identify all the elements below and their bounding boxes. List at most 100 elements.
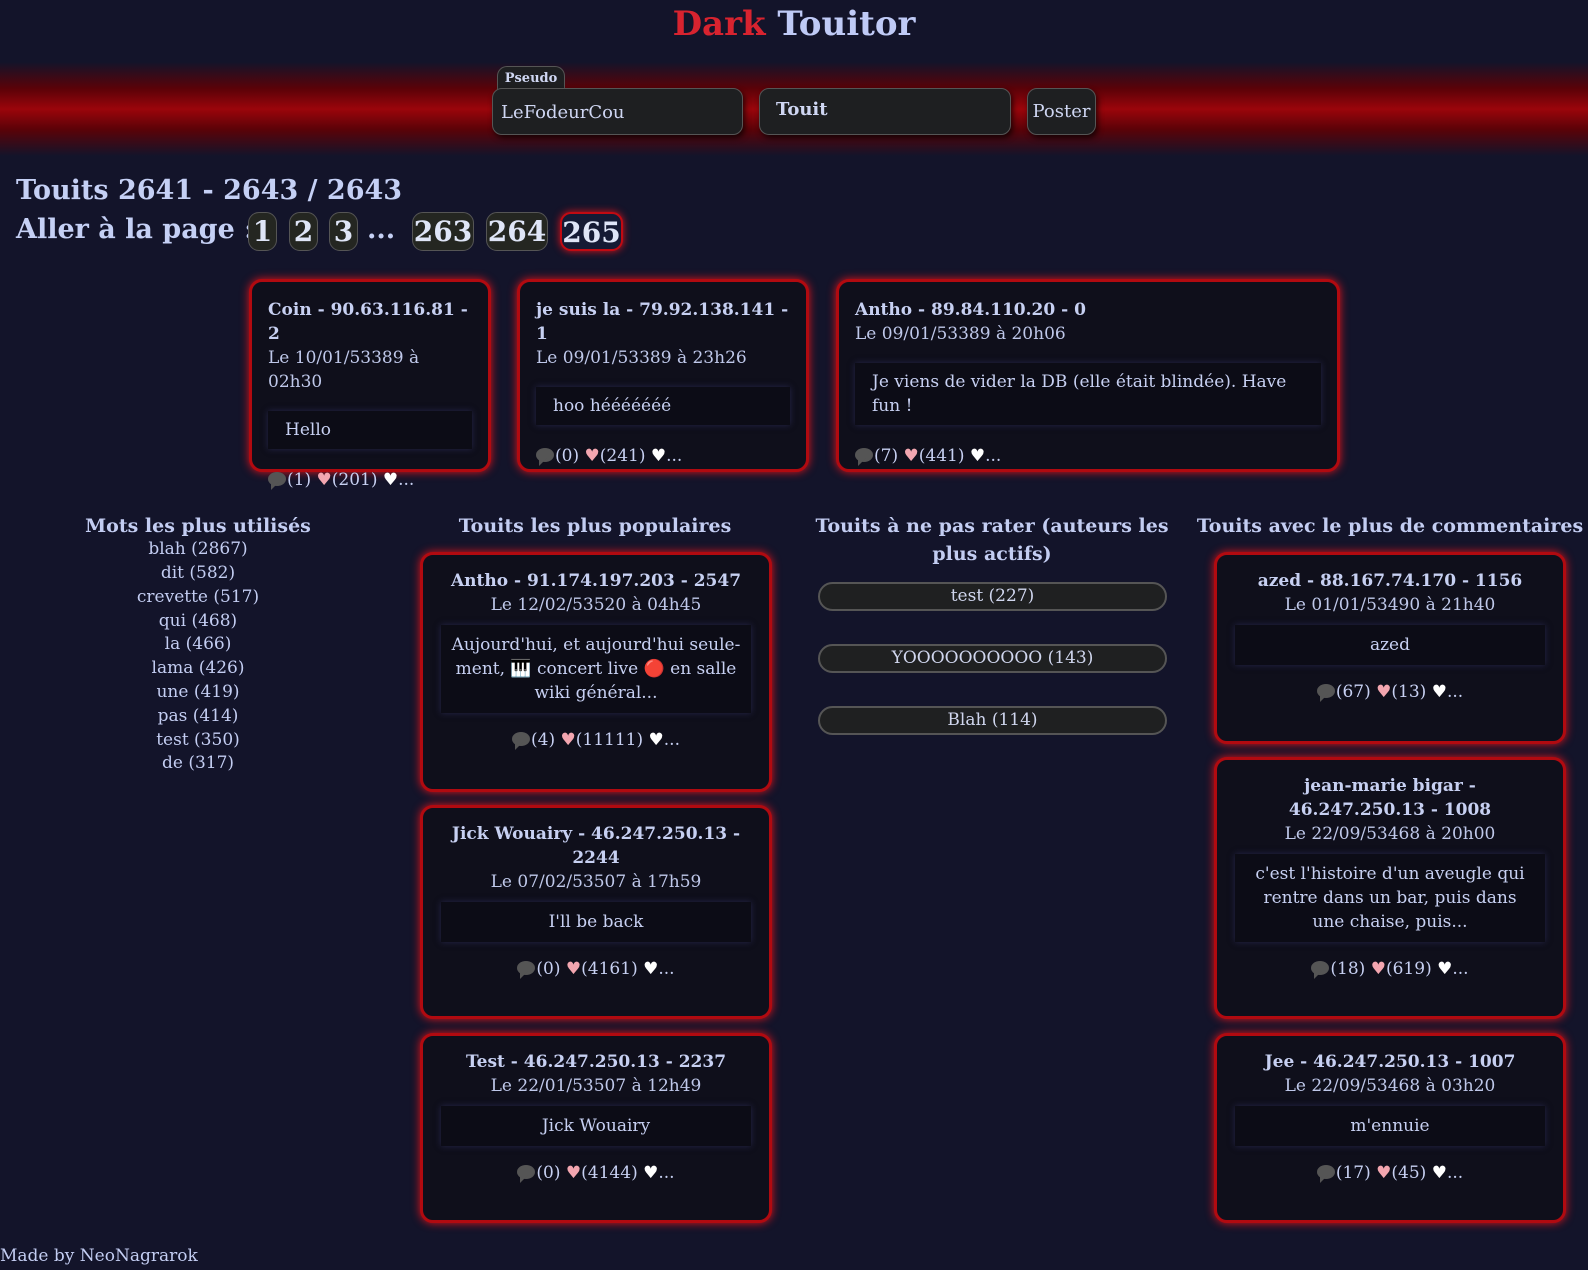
word-item: dit (582) <box>160 563 236 583</box>
author-button[interactable]: Blah (114) <box>818 706 1167 735</box>
like-heart-icon[interactable]: ♥ <box>643 959 658 979</box>
comment-count: (0) <box>536 1163 561 1183</box>
like-heart-icon[interactable]: ♥ <box>970 446 985 466</box>
touit-message: Je viens de vider la DB (elle était blin… <box>855 363 1321 425</box>
touit-date: Le 22/09/53468 à 20h00 <box>1284 824 1496 844</box>
touit-card: Antho - 89.84.110.20 - 0 Le 09/01/53389 … <box>836 279 1340 472</box>
comment-icon[interactable] <box>517 1165 536 1183</box>
heart-icon[interactable]: ♥ <box>566 959 581 979</box>
page-link-264[interactable]: 264 <box>486 212 548 251</box>
comment-icon[interactable] <box>512 732 530 750</box>
page-link-3[interactable]: 3 <box>329 212 358 251</box>
like-heart-icon[interactable]: ♥ <box>643 1163 658 1183</box>
popular-card: Jick Wouairy - 46.247.250.13 - 2244 Le 0… <box>420 805 772 1019</box>
heart-icon[interactable]: ♥ <box>561 730 576 750</box>
like-count: (4144) <box>581 1163 638 1183</box>
word-item: de (317) <box>161 753 235 773</box>
page-link-265-current[interactable]: 265 <box>560 212 623 251</box>
touit-stats: (7) ♥(441) ♥... <box>855 446 1321 466</box>
touit-date: Le 22/01/53507 à 12h49 <box>490 1076 702 1096</box>
page-link-2[interactable]: 2 <box>289 212 318 251</box>
heart-icon[interactable]: ♥ <box>904 446 919 466</box>
commented-card: jean-marie bigar - 46.247.250.13 - 1008 … <box>1214 757 1566 1019</box>
comment-count: (7) <box>874 446 899 466</box>
like-count: (619) <box>1385 959 1432 979</box>
comment-count: (67) <box>1335 682 1371 702</box>
touit-date: Le 09/01/53389 à 20h06 <box>855 324 1066 344</box>
like-heart-icon[interactable]: ♥ <box>1432 1163 1447 1183</box>
touit-message: I'll be back <box>441 902 751 942</box>
comment-count: (18) <box>1330 959 1366 979</box>
touit-stats: (0) ♥(4144) ♥... <box>441 1163 751 1183</box>
touit-header: jean-marie bigar - 46.247.250.13 - 1008 <box>1288 776 1492 820</box>
touit-date: Le 10/01/53389 à 02h30 <box>268 348 420 392</box>
like-count: (45) <box>1391 1163 1427 1183</box>
like-more[interactable]: ... <box>1447 1163 1463 1183</box>
page-link-1[interactable]: 1 <box>248 212 277 251</box>
touit-message: Hello <box>268 411 472 449</box>
touit-stats: (1) ♥(201) ♥... <box>268 470 472 490</box>
comment-icon[interactable] <box>536 448 554 466</box>
touit-message: Aujourd'hui, et aujourd'hui seule-ment, … <box>441 625 751 713</box>
like-more[interactable]: ... <box>985 446 1001 466</box>
site-title: Dark Touitor <box>0 4 1588 44</box>
touit-stats: (0) ♥(241) ♥... <box>536 446 790 466</box>
touit-header: Antho - 91.174.197.203 - 2547 <box>450 571 742 591</box>
author-button[interactable]: YOOOOOOOOOO (143) <box>818 644 1167 673</box>
comment-icon[interactable] <box>1316 684 1335 702</box>
pseudo-input[interactable]: LeFodeurCou <box>492 88 743 135</box>
goto-page-label: Aller à la page : <box>16 214 255 245</box>
footer-credit: Made by NeoNagrarok <box>0 1246 198 1266</box>
touit-stats: (17) ♥(45) ♥... <box>1235 1163 1545 1183</box>
like-heart-icon[interactable]: ♥ <box>649 730 664 750</box>
comment-count: (0) <box>555 446 580 466</box>
commented-title: Touits avec le plus de commentaires <box>1196 515 1584 537</box>
comment-icon[interactable] <box>1311 961 1330 979</box>
page-link-263[interactable]: 263 <box>412 212 474 251</box>
heart-icon[interactable]: ♥ <box>1376 682 1391 702</box>
touit-message: m'ennuie <box>1235 1106 1545 1146</box>
word-item: blah (2867) <box>148 539 248 559</box>
touit-stats: (0) ♥(4161) ♥... <box>441 959 751 979</box>
site-title-dark: Dark <box>672 4 766 44</box>
authors-title: Touits à ne pas rater (auteurs les plus … <box>815 515 1169 565</box>
like-more[interactable]: ... <box>664 730 680 750</box>
touit-card: je suis la - 79.92.138.141 - 1 Le 09/01/… <box>517 279 809 472</box>
heart-icon[interactable]: ♥ <box>317 470 332 490</box>
like-more[interactable]: ... <box>398 470 414 490</box>
touit-input[interactable]: Touit <box>759 88 1011 135</box>
heart-icon[interactable]: ♥ <box>1376 1163 1391 1183</box>
heart-icon[interactable]: ♥ <box>585 446 600 466</box>
comment-icon[interactable] <box>1316 1165 1335 1183</box>
site-title-touitor: Touitor <box>777 4 916 44</box>
word-item: test (350) <box>156 730 240 750</box>
comment-icon[interactable] <box>517 961 536 979</box>
like-heart-icon[interactable]: ♥ <box>383 470 398 490</box>
touit-date: Le 07/02/53507 à 17h59 <box>490 872 702 892</box>
heart-icon[interactable]: ♥ <box>1371 959 1386 979</box>
like-more[interactable]: ... <box>1452 959 1468 979</box>
heart-icon[interactable]: ♥ <box>566 1163 581 1183</box>
like-heart-icon[interactable]: ♥ <box>651 446 666 466</box>
like-count: (11111) <box>575 730 644 750</box>
touit-message: azed <box>1235 625 1545 665</box>
comment-count: (0) <box>536 959 561 979</box>
like-more[interactable]: ... <box>658 1163 674 1183</box>
like-more[interactable]: ... <box>1447 682 1463 702</box>
word-item: crevette (517) <box>136 587 260 607</box>
like-count: (13) <box>1391 682 1427 702</box>
like-heart-icon[interactable]: ♥ <box>1437 959 1452 979</box>
word-item: pas (414) <box>157 706 239 726</box>
author-button[interactable]: test (227) <box>818 582 1167 611</box>
like-more[interactable]: ... <box>666 446 682 466</box>
like-more[interactable]: ... <box>658 959 674 979</box>
like-heart-icon[interactable]: ♥ <box>1432 682 1447 702</box>
touit-card: Coin - 90.63.116.81 - 2 Le 10/01/53389 à… <box>249 279 491 490</box>
post-button[interactable]: Poster <box>1027 88 1096 135</box>
page-ellipsis: ... <box>367 214 396 245</box>
touit-header: Test - 46.247.250.13 - 2237 <box>465 1052 727 1072</box>
comment-count: (4) <box>531 730 556 750</box>
comment-icon[interactable] <box>268 472 286 490</box>
word-item: qui (468) <box>158 611 238 631</box>
comment-icon[interactable] <box>855 448 873 466</box>
